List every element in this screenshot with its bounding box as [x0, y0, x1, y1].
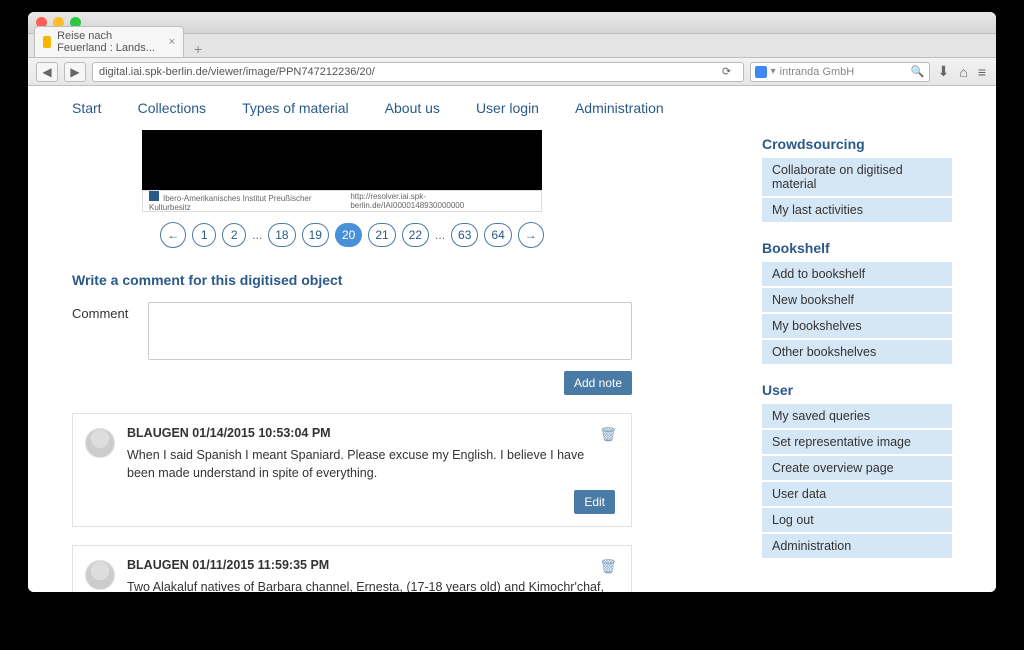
browser-tab[interactable]: Reise nach Feuerland : Lands... × — [34, 26, 184, 57]
page-63[interactable]: 63 — [451, 223, 478, 247]
note-text: When I said Spanish I meant Spaniard. Pl… — [127, 446, 615, 482]
sidebar-item-new-bookshelf[interactable]: New bookshelf — [762, 288, 952, 312]
tab-strip: Reise nach Feuerland : Lands... × + — [28, 34, 996, 58]
tab-title: Reise nach Feuerland : Lands... — [57, 30, 162, 54]
page-prev-button[interactable]: ← — [160, 222, 186, 248]
home-icon[interactable]: ⌂ — [957, 64, 969, 80]
sidebar-section-title: User — [762, 382, 952, 398]
browser-toolbar: ◀ ▶ digital.iai.spk-berlin.de/viewer/ima… — [28, 58, 996, 86]
avatar-icon — [85, 560, 115, 590]
sidebar-item-collaborate[interactable]: Collaborate on digitised material — [762, 158, 952, 196]
favicon-icon — [43, 36, 51, 48]
download-icon[interactable]: ⬇ — [936, 63, 952, 80]
comment-input[interactable] — [148, 302, 632, 360]
page-1[interactable]: 1 — [192, 223, 216, 247]
page-ellipsis: ... — [252, 228, 262, 242]
sidebar-item-user-data[interactable]: User data — [762, 482, 952, 506]
page-19[interactable]: 19 — [302, 223, 329, 247]
note-author: BLAUGEN — [127, 426, 189, 440]
nav-login[interactable]: User login — [476, 100, 539, 116]
sidebar-item-activities[interactable]: My last activities — [762, 198, 952, 222]
reload-icon[interactable]: ⟳ — [717, 65, 737, 78]
main-column: Ibero-Amerikanisches Institut Preußische… — [72, 126, 632, 592]
nav-admin[interactable]: Administration — [575, 100, 664, 116]
document-image[interactable] — [142, 130, 542, 190]
menu-icon[interactable]: ≡ — [976, 64, 988, 80]
page-content: Start Collections Types of material Abou… — [28, 86, 996, 592]
pagination: ← 1 2 ... 18 19 20 21 22 ... 63 64 → — [72, 212, 632, 264]
back-button[interactable]: ◀ — [36, 62, 58, 82]
note-text: Two Alakaluf natives of Barbara channel,… — [127, 578, 615, 592]
search-placeholder: intranda GmbH — [780, 66, 855, 78]
sidebar-item-rep-image[interactable]: Set representative image — [762, 430, 952, 454]
new-tab-button[interactable]: + — [190, 41, 206, 57]
nav-start[interactable]: Start — [72, 100, 102, 116]
sidebar-item-saved-queries[interactable]: My saved queries — [762, 404, 952, 428]
page-21[interactable]: 21 — [368, 223, 395, 247]
sidebar-section-title: Bookshelf — [762, 240, 952, 256]
note-timestamp: 01/11/2015 11:59:35 PM — [192, 558, 329, 572]
browser-window: Reise nach Feuerland : Lands... × + ◀ ▶ … — [28, 12, 996, 592]
sidebar-item-my-bookshelves[interactable]: My bookshelves — [762, 314, 952, 338]
page-next-button[interactable]: → — [518, 222, 544, 248]
avatar-icon — [85, 428, 115, 458]
page-ellipsis: ... — [435, 228, 445, 242]
resolver-url: http://resolver.iai.spk-berlin.de/IAI000… — [350, 192, 535, 210]
nav-types[interactable]: Types of material — [242, 100, 349, 116]
sidebar-item-admin[interactable]: Administration — [762, 534, 952, 558]
edit-note-button[interactable]: Edit — [574, 490, 615, 514]
nav-collections[interactable]: Collections — [138, 100, 206, 116]
page-2[interactable]: 2 — [222, 223, 246, 247]
close-tab-icon[interactable]: × — [169, 36, 175, 48]
page-64[interactable]: 64 — [484, 223, 511, 247]
page-20-current[interactable]: 20 — [335, 223, 362, 247]
note-item: BLAUGEN 01/11/2015 11:59:35 PM Two Alaka… — [72, 545, 632, 592]
add-note-button[interactable]: Add note — [564, 371, 632, 395]
sidebar: Crowdsourcing Collaborate on digitised m… — [762, 126, 952, 592]
sidebar-item-other-bookshelves[interactable]: Other bookshelves — [762, 340, 952, 364]
nav-about[interactable]: About us — [385, 100, 440, 116]
sidebar-item-logout[interactable]: Log out — [762, 508, 952, 532]
delete-note-icon[interactable]: 🗑 — [599, 426, 617, 443]
comment-label: Comment — [72, 302, 132, 321]
search-icon[interactable]: 🔍 — [911, 65, 925, 78]
sidebar-section-title: Crowdsourcing — [762, 136, 952, 152]
page-22[interactable]: 22 — [402, 223, 429, 247]
sidebar-item-overview[interactable]: Create overview page — [762, 456, 952, 480]
delete-note-icon[interactable]: 🗑 — [599, 558, 617, 575]
browser-search[interactable]: ▾ intranda GmbH 🔍 — [750, 62, 930, 82]
note-timestamp: 01/14/2015 10:53:04 PM — [192, 426, 330, 440]
page-18[interactable]: 18 — [268, 223, 295, 247]
note-item: BLAUGEN 01/14/2015 10:53:04 PM When I sa… — [72, 413, 632, 527]
url-text: digital.iai.spk-berlin.de/viewer/image/P… — [99, 66, 375, 78]
comment-heading: Write a comment for this digitised objec… — [72, 272, 632, 288]
url-bar[interactable]: digital.iai.spk-berlin.de/viewer/image/P… — [92, 62, 744, 82]
sidebar-item-add-bookshelf[interactable]: Add to bookshelf — [762, 262, 952, 286]
note-author: BLAUGEN — [127, 558, 189, 572]
top-nav: Start Collections Types of material Abou… — [72, 86, 952, 126]
forward-button[interactable]: ▶ — [64, 62, 86, 82]
institution-name: Ibero-Amerikanisches Institut Preußische… — [149, 194, 312, 212]
document-footer: Ibero-Amerikanisches Institut Preußische… — [142, 190, 542, 212]
search-engine-icon — [755, 66, 767, 78]
institution-logo-icon — [149, 191, 159, 201]
